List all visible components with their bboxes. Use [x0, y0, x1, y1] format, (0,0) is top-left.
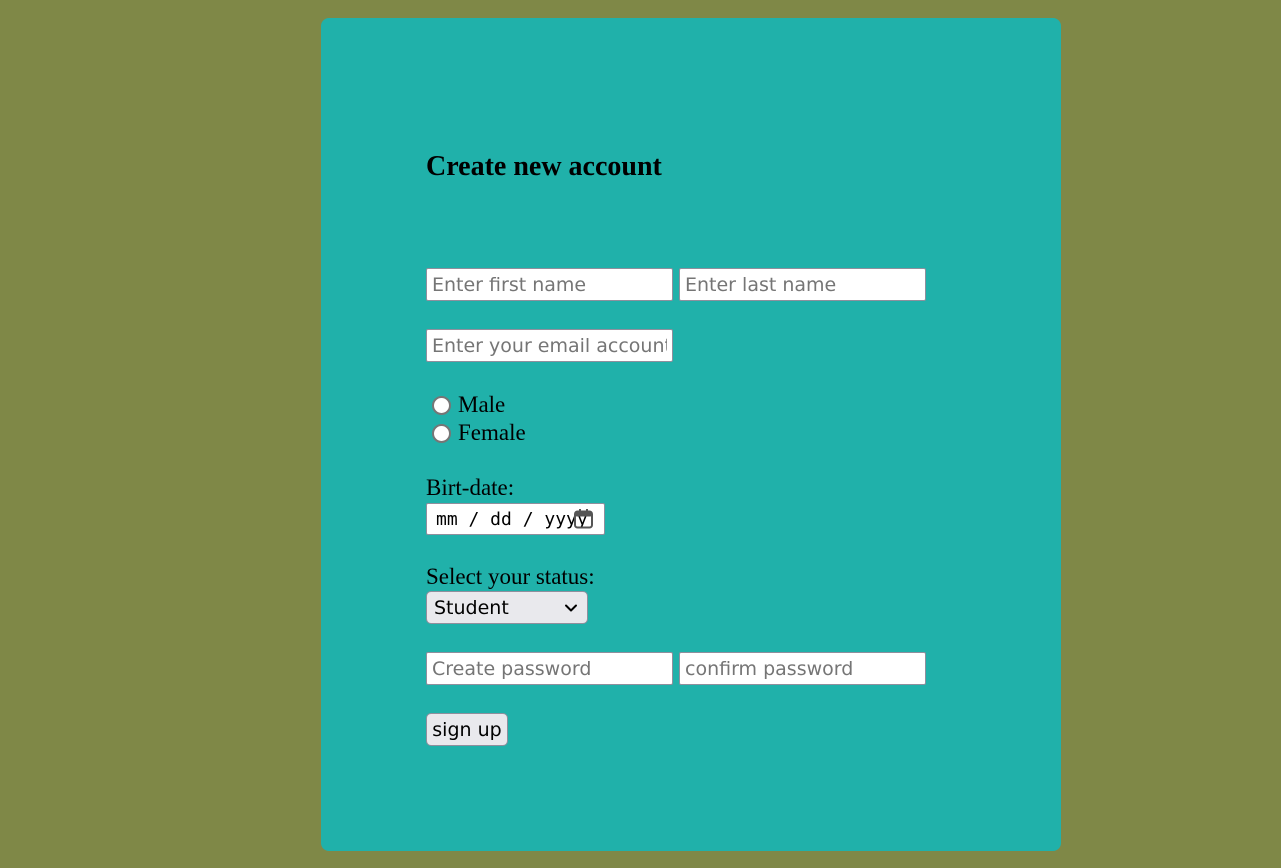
male-label: Male — [458, 392, 506, 417]
sign-up-button[interactable]: sign up — [426, 713, 508, 746]
last-name-input[interactable] — [679, 268, 926, 301]
password-input[interactable] — [426, 652, 673, 685]
female-label: Female — [458, 420, 526, 445]
status-select[interactable]: Student — [426, 591, 588, 624]
calendar-icon[interactable] — [573, 508, 594, 530]
male-radio[interactable] — [432, 395, 451, 415]
female-radio[interactable] — [432, 423, 451, 443]
status-label: Select your status: — [426, 564, 595, 589]
signup-card: Create new account Male Female Birt-date… — [321, 18, 1061, 851]
status-selected-value: Student — [434, 596, 509, 619]
birthdate-input[interactable]: mm / dd / yyyy — [426, 503, 605, 535]
first-name-input[interactable] — [426, 268, 673, 301]
birthdate-label: Birt-date: — [426, 475, 515, 500]
gender-option-female[interactable]: Female — [432, 420, 526, 446]
confirm-password-input[interactable] — [679, 652, 926, 685]
gender-option-male[interactable]: Male — [432, 392, 505, 418]
birthdate-value: mm / dd / yyyy — [436, 508, 588, 530]
page-title: Create new account — [426, 151, 662, 182]
email-input[interactable] — [426, 329, 673, 362]
chevron-down-icon — [565, 604, 577, 612]
